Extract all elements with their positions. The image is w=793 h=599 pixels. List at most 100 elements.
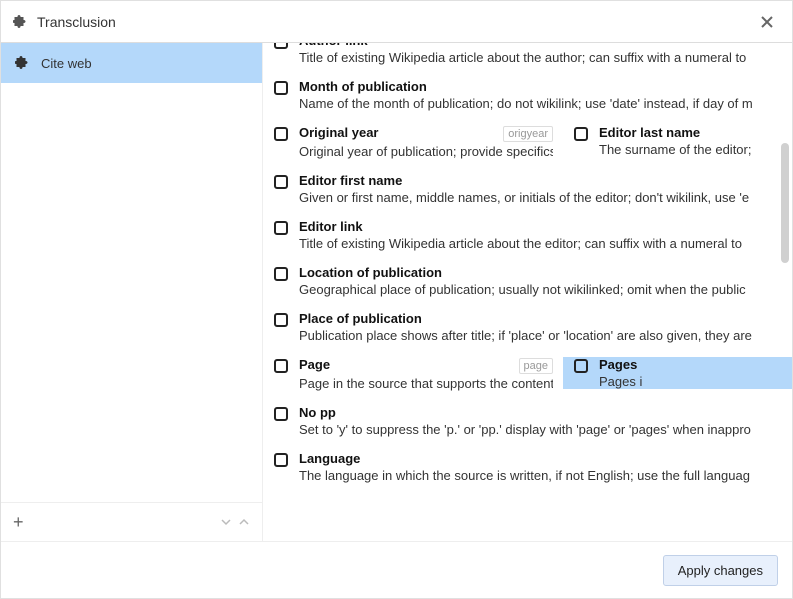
param-body: Month of publication Name of the month of… (299, 79, 792, 111)
puzzle-icon (13, 14, 29, 30)
dialog-header: Transclusion (1, 1, 792, 43)
param-description: Page in the source that supports the con… (299, 376, 553, 391)
param-label: Place of publication (299, 311, 422, 326)
param-body: Location of publication Geographical plac… (299, 265, 792, 297)
puzzle-icon (15, 55, 31, 71)
param-body: Original year origyear Original year of pu… (299, 125, 563, 159)
param-description: Title of existing Wikipedia article abou… (299, 50, 782, 65)
param-checkbox[interactable] (263, 265, 299, 281)
param-checkbox[interactable] (263, 451, 299, 467)
param-row: Location of publication Geographical plac… (263, 259, 792, 305)
sidebar-list: Cite web (1, 43, 262, 502)
param-body: Place of publication Publication place sh… (299, 311, 792, 343)
param-description: Pages i (599, 374, 782, 389)
checkbox-icon (274, 267, 288, 281)
add-button[interactable]: + (13, 513, 24, 531)
checkbox-icon (574, 127, 588, 141)
param-label-row: Editor last name (599, 125, 782, 140)
param-body: Editor link Title of existing Wikipedia a… (299, 219, 792, 251)
param-row: Author link Title of existing Wikipedia a… (263, 43, 792, 73)
param-body: Page page Page in the source that supports… (299, 357, 563, 391)
apply-changes-button[interactable]: Apply changes (663, 555, 778, 586)
param-label: Editor first name (299, 173, 402, 188)
param-label: Author link (299, 43, 368, 48)
param-label: Editor last name (599, 125, 700, 140)
param-checkbox[interactable] (263, 79, 299, 95)
param-body: Editor first name Given or first name, mi… (299, 173, 792, 205)
checkbox-icon (274, 313, 288, 327)
param-label-row: No pp (299, 405, 782, 420)
param-description: Given or first name, middle names, or in… (299, 190, 782, 205)
parameters-panel: Author link Title of existing Wikipedia a… (263, 43, 792, 541)
dialog-footer: Apply changes (1, 541, 792, 598)
checkbox-icon (274, 175, 288, 189)
param-checkbox[interactable] (263, 125, 299, 141)
param-checkbox[interactable] (263, 311, 299, 327)
param-alias-tag: origyear (503, 126, 553, 142)
param-row: Original year origyear Original year of pu… (263, 119, 792, 167)
checkbox-icon (274, 221, 288, 235)
checkbox-icon (274, 127, 288, 141)
dialog-title: Transclusion (37, 14, 754, 30)
param-body: Pages Pages i (599, 357, 792, 389)
scrollbar[interactable] (781, 143, 789, 263)
param-label-row: Original year origyear (299, 125, 553, 142)
param-label: Month of publication (299, 79, 427, 94)
param-row: Month of publication Name of the month of… (263, 73, 792, 119)
close-button[interactable] (754, 9, 780, 35)
sidebar-item-label: Cite web (41, 56, 92, 71)
param-label: Location of publication (299, 265, 442, 280)
param-label-row: Pages (599, 357, 782, 372)
param-col-left: Original year origyear Original year of pu… (263, 125, 563, 159)
param-description: Geographical place of publication; usual… (299, 282, 782, 297)
checkbox-icon (274, 359, 288, 373)
param-body: Editor last name The surname of the edito… (599, 125, 792, 157)
param-row: Place of publication Publication place sh… (263, 305, 792, 351)
checkbox-icon (574, 359, 588, 373)
sidebar-item-cite-web[interactable]: Cite web (1, 43, 262, 83)
param-checkbox[interactable] (263, 357, 299, 373)
param-body: Author link Title of existing Wikipedia a… (299, 43, 792, 65)
param-label-row: Author link (299, 43, 782, 48)
checkbox-icon (274, 453, 288, 467)
param-row: Editor link Title of existing Wikipedia a… (263, 213, 792, 259)
param-row: Language The language in which the source… (263, 445, 792, 491)
param-checkbox[interactable] (263, 219, 299, 235)
param-row: No pp Set to 'y' to suppress the 'p.' or … (263, 399, 792, 445)
param-body: No pp Set to 'y' to suppress the 'p.' or … (299, 405, 792, 437)
arrow-up-icon[interactable] (238, 516, 250, 528)
param-label: Pages (599, 357, 637, 372)
arrow-down-icon[interactable] (220, 516, 232, 528)
param-checkbox[interactable] (563, 357, 599, 373)
param-description: The language in which the source is writ… (299, 468, 782, 483)
sidebar: Cite web + (1, 43, 263, 541)
param-label-row: Location of publication (299, 265, 782, 280)
param-description: Title of existing Wikipedia article abou… (299, 236, 782, 251)
param-checkbox[interactable] (263, 405, 299, 421)
param-label: No pp (299, 405, 336, 420)
param-label-row: Editor link (299, 219, 782, 234)
param-col-right: Editor last name The surname of the edito… (563, 125, 792, 157)
param-label-row: Language (299, 451, 782, 466)
param-label: Editor link (299, 219, 363, 234)
param-label: Original year (299, 125, 378, 140)
param-alias-tag: page (519, 358, 553, 374)
param-description: Original year of publication; provide sp… (299, 144, 553, 159)
transclusion-dialog: Transclusion Cite web + (0, 0, 793, 599)
param-checkbox[interactable] (263, 173, 299, 189)
param-row: Page page Page in the source that supports… (263, 351, 792, 399)
param-label: Page (299, 357, 330, 372)
param-label-row: Page page (299, 357, 553, 374)
param-description: Name of the month of publication; do not… (299, 96, 782, 111)
param-checkbox[interactable] (263, 43, 299, 49)
param-description: Set to 'y' to suppress the 'p.' or 'pp.'… (299, 422, 782, 437)
sidebar-footer: + (1, 502, 262, 541)
param-checkbox[interactable] (563, 125, 599, 141)
param-description: The surname of the editor; (599, 142, 782, 157)
param-label-row: Month of publication (299, 79, 782, 94)
reorder-arrows (220, 516, 250, 528)
checkbox-icon (274, 43, 288, 49)
param-description: Publication place shows after title; if … (299, 328, 782, 343)
param-label: Language (299, 451, 360, 466)
checkbox-icon (274, 407, 288, 421)
